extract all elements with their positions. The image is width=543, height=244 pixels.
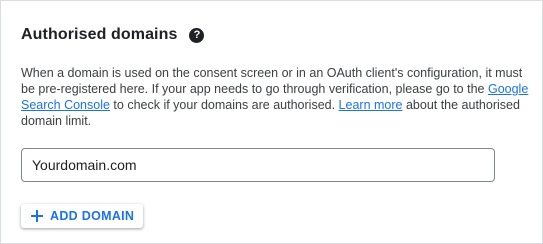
domain-input[interactable] bbox=[21, 148, 495, 182]
authorised-domains-panel: Authorised domains ? When a domain is us… bbox=[0, 0, 543, 244]
add-domain-button[interactable]: ADD DOMAIN bbox=[21, 204, 144, 228]
add-domain-label: ADD DOMAIN bbox=[50, 209, 135, 223]
section-description: When a domain is used on the consent scr… bbox=[21, 65, 533, 129]
description-text-1: When a domain is used on the consent scr… bbox=[21, 66, 523, 96]
plus-icon bbox=[31, 210, 43, 222]
help-circle-icon[interactable]: ? bbox=[189, 27, 205, 43]
section-title: Authorised domains bbox=[21, 26, 178, 43]
section-header: Authorised domains ? bbox=[21, 26, 205, 44]
learn-more-link[interactable]: Learn more bbox=[339, 98, 403, 112]
description-text-2: to check if your domains are authorised. bbox=[109, 98, 339, 112]
